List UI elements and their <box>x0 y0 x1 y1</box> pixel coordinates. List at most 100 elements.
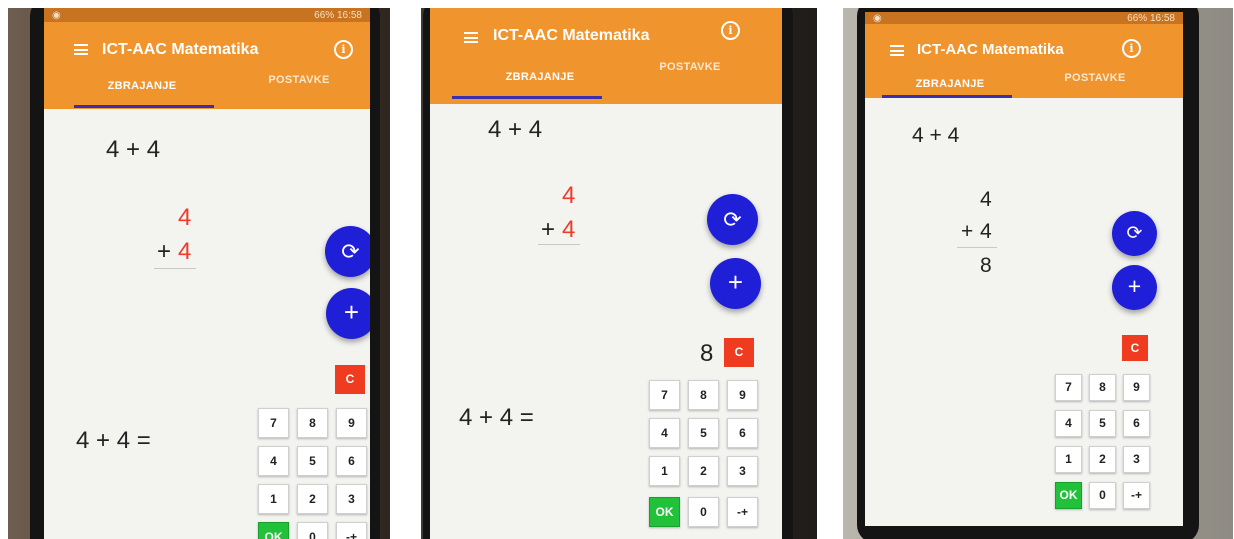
active-tab-indicator <box>882 95 1012 98</box>
key-8[interactable]: 8 <box>1089 374 1116 401</box>
sum-rule <box>538 244 580 245</box>
key-0[interactable]: 0 <box>297 522 328 539</box>
status-icon: ◉ <box>873 12 882 24</box>
sum-rule <box>154 268 196 269</box>
app-bar: ICT-AAC Matematika i ZBRAJANJE POSTAVKE <box>865 24 1183 98</box>
clear-button[interactable]: C <box>724 338 754 367</box>
problem-text: 4 + 4 <box>488 116 543 143</box>
ok-button[interactable]: OK <box>1055 482 1082 509</box>
tab-postavke[interactable]: POSTAVKE <box>1040 72 1150 84</box>
key-1[interactable]: 1 <box>649 456 680 486</box>
refresh-icon: ⟳ <box>341 239 360 264</box>
top-operand: 4 <box>562 182 576 209</box>
refresh-button[interactable]: ⟳ <box>325 226 370 277</box>
key-8[interactable]: 8 <box>688 380 719 410</box>
key-5[interactable]: 5 <box>297 446 328 476</box>
key-7[interactable]: 7 <box>258 408 289 438</box>
key-7[interactable]: 7 <box>1055 374 1082 401</box>
key-2[interactable]: 2 <box>688 456 719 486</box>
key-7[interactable]: 7 <box>649 380 680 410</box>
tab-postavke[interactable]: POSTAVKE <box>244 74 354 86</box>
key-1[interactable]: 1 <box>258 484 289 514</box>
status-bar: ◉ 66% 16:58 <box>44 8 370 22</box>
ok-button[interactable]: OK <box>649 497 680 527</box>
hamburger-menu-icon[interactable] <box>890 45 904 56</box>
bottom-operand: 4 <box>980 220 992 243</box>
hamburger-menu-icon[interactable] <box>74 44 88 55</box>
tab-postavke[interactable]: POSTAVKE <box>635 61 745 73</box>
result-value: 8 <box>980 254 992 277</box>
typed-answer: 8 <box>700 340 714 367</box>
phone-screen: ◉ 66% 16:58 ICT-AAC Matematika i ZBRAJAN… <box>44 8 370 539</box>
active-tab-indicator <box>74 105 214 108</box>
phone-screen: ◉ 66% 16:58 ICT-AAC Matematika i ZBRAJAN… <box>865 12 1183 526</box>
key-9[interactable]: 9 <box>1123 374 1150 401</box>
bottom-operand: 4 <box>562 216 576 243</box>
hamburger-menu-icon[interactable] <box>464 32 478 43</box>
tab-zbrajanje[interactable]: ZBRAJANJE <box>82 80 202 92</box>
key-0[interactable]: 0 <box>1089 482 1116 509</box>
app-title: ICT-AAC Matematika <box>102 41 259 58</box>
phone-screen: ICT-AAC Matematika i ZBRAJANJE POSTAVKE … <box>430 8 782 539</box>
key-3[interactable]: 3 <box>727 456 758 486</box>
photo-collage: ◉ 66% 16:58 ICT-AAC Matematika i ZBRAJAN… <box>0 0 1234 539</box>
sign-toggle-key[interactable]: -+ <box>727 497 758 527</box>
bottom-operand: 4 <box>178 238 192 265</box>
key-0[interactable]: 0 <box>688 497 719 527</box>
key-3[interactable]: 3 <box>336 484 367 514</box>
key-4[interactable]: 4 <box>258 446 289 476</box>
key-9[interactable]: 9 <box>336 408 367 438</box>
sum-rule <box>957 247 997 248</box>
status-text: 66% 16:58 <box>314 9 362 21</box>
plus-sign: + <box>157 238 172 265</box>
tab-zbrajanje[interactable]: ZBRAJANJE <box>895 78 1005 90</box>
add-button[interactable]: + <box>710 258 761 309</box>
app-title: ICT-AAC Matematika <box>493 27 650 44</box>
plus-icon: + <box>1127 273 1142 299</box>
key-3[interactable]: 3 <box>1123 446 1150 473</box>
refresh-icon: ⟳ <box>723 207 742 232</box>
photo-3: ◉ 66% 16:58 ICT-AAC Matematika i ZBRAJAN… <box>843 8 1233 539</box>
key-6[interactable]: 6 <box>336 446 367 476</box>
key-8[interactable]: 8 <box>297 408 328 438</box>
top-operand: 4 <box>980 188 992 211</box>
app-bar: ICT-AAC Matematika i ZBRAJANJE POSTAVKE <box>430 8 782 104</box>
key-4[interactable]: 4 <box>649 418 680 448</box>
plus-sign: + <box>541 216 556 243</box>
clear-button[interactable]: C <box>1122 335 1148 361</box>
active-tab-indicator <box>452 96 602 99</box>
key-5[interactable]: 5 <box>1089 410 1116 437</box>
status-icon: ◉ <box>52 9 61 21</box>
add-button[interactable]: + <box>326 288 370 339</box>
clear-button[interactable]: C <box>335 365 365 394</box>
plus-icon: + <box>343 297 360 327</box>
info-circle-icon[interactable]: i <box>721 21 740 40</box>
ok-button[interactable]: OK <box>258 522 289 539</box>
key-6[interactable]: 6 <box>727 418 758 448</box>
refresh-button[interactable]: ⟳ <box>707 194 758 245</box>
key-1[interactable]: 1 <box>1055 446 1082 473</box>
top-operand: 4 <box>178 204 192 231</box>
key-4[interactable]: 4 <box>1055 410 1082 437</box>
info-circle-icon[interactable]: i <box>334 40 353 59</box>
key-2[interactable]: 2 <box>297 484 328 514</box>
key-6[interactable]: 6 <box>1123 410 1150 437</box>
tab-zbrajanje[interactable]: ZBRAJANJE <box>480 71 600 83</box>
equation-prompt: 4 + 4 = <box>459 404 534 431</box>
key-5[interactable]: 5 <box>688 418 719 448</box>
refresh-button[interactable]: ⟳ <box>1112 211 1157 256</box>
app-bar: ICT-AAC Matematika i ZBRAJANJE POSTAVKE <box>44 22 370 109</box>
problem-text: 4 + 4 <box>106 136 161 163</box>
app-title: ICT-AAC Matematika <box>917 41 1064 58</box>
photo-1: ◉ 66% 16:58 ICT-AAC Matematika i ZBRAJAN… <box>8 8 390 539</box>
photo-2: ICT-AAC Matematika i ZBRAJANJE POSTAVKE … <box>421 8 817 539</box>
plus-sign: + <box>961 220 974 243</box>
sign-toggle-key[interactable]: -+ <box>336 522 367 539</box>
problem-text: 4 + 4 <box>912 124 960 147</box>
sign-toggle-key[interactable]: -+ <box>1123 482 1150 509</box>
info-circle-icon[interactable]: i <box>1122 39 1141 58</box>
equation-prompt: 4 + 4 = <box>76 427 151 454</box>
key-9[interactable]: 9 <box>727 380 758 410</box>
key-2[interactable]: 2 <box>1089 446 1116 473</box>
add-button[interactable]: + <box>1112 265 1157 310</box>
